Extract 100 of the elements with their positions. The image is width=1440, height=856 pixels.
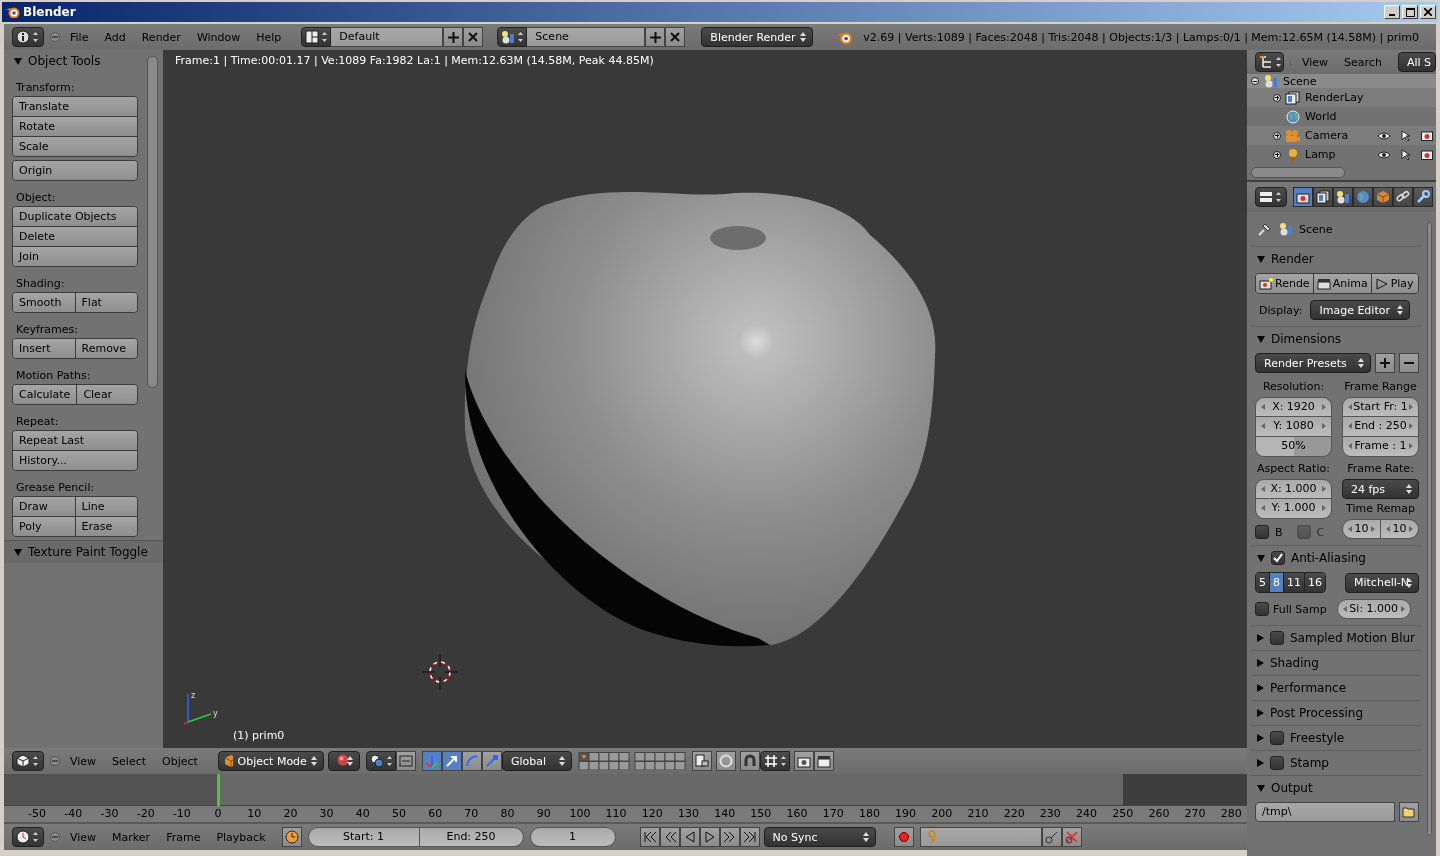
render-engine-dropdown[interactable]: Blender Render [701,27,814,47]
menu-item[interactable]: Frame [166,830,201,844]
scrollbar[interactable] [1427,222,1432,836]
menu-item[interactable]: View [1301,55,1329,69]
menu-item[interactable]: Render [141,30,181,44]
sample-count-button[interactable]: 5 [1256,573,1269,592]
start-frame-field[interactable]: Start: 1 [307,827,420,847]
tool-button[interactable]: Insert [13,339,75,358]
resolution-percentage-slider[interactable]: 50% [1255,437,1332,457]
delete-button[interactable] [463,27,484,47]
tool-button[interactable]: Clear [76,385,137,404]
tool-button[interactable]: Duplicate Objects [13,207,137,226]
aspect-y-field[interactable]: Y: 1.000 [1255,499,1332,519]
add-button[interactable] [645,27,666,47]
keying-set-field[interactable] [919,827,1042,847]
full-sample-checkbox[interactable] [1255,602,1269,616]
close-button[interactable] [1420,5,1436,19]
layers-tab[interactable] [1313,187,1333,207]
start-frame-field[interactable]: Start Fr: 1 [1342,397,1419,417]
frame-step-field[interactable]: Frame : 1 [1342,437,1419,457]
cursor-icon[interactable] [1401,148,1411,161]
manipulator-toggle[interactable] [395,751,416,771]
display-dropdown[interactable]: Image Editor [1310,300,1411,320]
expand-toggle-icon[interactable] [1251,77,1259,85]
tool-button[interactable]: Line [74,497,137,516]
panel-title[interactable]: Dimensions [1271,332,1342,346]
tool-button[interactable]: Poly [13,517,75,536]
resolution-y-field[interactable]: Y: 1080 [1255,417,1332,437]
sync-mode-dropdown[interactable]: No Sync [763,827,876,847]
time-remap-new-field[interactable]: 10 [1381,519,1419,539]
display-mode-dropdown[interactable]: All S [1397,52,1436,72]
editor-type-button[interactable] [12,751,44,771]
play-reverse-button[interactable] [679,827,700,847]
editor-type-button[interactable] [1255,187,1287,207]
tool-button[interactable]: Smooth [13,293,75,312]
render-image-button[interactable] [793,751,814,771]
expand-toggle-icon[interactable] [1273,93,1281,102]
panel-checkbox[interactable] [1270,756,1284,770]
border-checkbox[interactable] [1255,525,1269,539]
editor-type-button[interactable] [12,27,44,47]
tool-button[interactable]: Translate [13,97,137,116]
menu-item[interactable]: Object [162,754,198,768]
tool-button[interactable]: Join [13,247,137,266]
sample-count-button[interactable]: 16 [1304,573,1325,592]
panel-title[interactable]: Object Tools [28,54,101,68]
viewport-shading-dropdown[interactable] [327,751,360,771]
scene-field[interactable]: Scene [527,27,646,47]
object-tab[interactable] [1373,187,1393,207]
end-frame-field[interactable]: End: 250 [419,827,524,847]
disclosure-triangle-icon[interactable] [1257,709,1264,717]
menu-item[interactable]: Marker [112,830,151,844]
collapse-menu-icon[interactable] [50,756,60,766]
snap-toggle[interactable] [739,751,760,771]
modifiers-tab[interactable] [1413,187,1433,207]
disclosure-triangle-icon[interactable] [1257,684,1264,692]
tool-button[interactable]: Remove [74,339,137,358]
animation-button[interactable]: Anima [1312,274,1371,293]
mode-dropdown[interactable]: Object Mode [217,751,324,771]
screen-layout-button[interactable] [301,27,332,47]
disclosure-triangle-icon[interactable] [14,548,22,556]
resolution-x-field[interactable]: X: 1920 [1255,397,1332,417]
panel-title[interactable]: Stamp [1290,756,1329,770]
next-keyframe-button[interactable] [719,827,740,847]
panel-title[interactable]: Shading [1270,656,1319,670]
menu-item[interactable]: Help [256,30,282,44]
tool-button[interactable]: Erase [74,517,137,536]
collapse-menu-icon[interactable] [50,832,60,842]
panel-title[interactable]: Render [1271,252,1314,266]
jump-to-start-button[interactable] [639,827,660,847]
tool-button[interactable]: Rotate [13,117,137,136]
preview-range-button[interactable] [281,827,302,847]
end-frame-field[interactable]: End : 250 [1342,417,1419,437]
previous-keyframe-button[interactable] [659,827,680,847]
scene-tab[interactable] [1333,187,1353,207]
snap-element-button[interactable] [759,751,790,771]
tool-button[interactable]: Origin [13,161,137,180]
disclosure-triangle-icon[interactable] [1257,659,1264,667]
menu-item[interactable]: Add [104,30,126,44]
screen-layout-field[interactable]: Default [331,27,444,47]
tool-button[interactable]: Scale [13,137,137,156]
aspect-x-field[interactable]: X: 1.000 [1255,479,1332,499]
browse-folder-button[interactable] [1399,802,1419,822]
pivot-point-button[interactable] [365,751,396,771]
camera-icon[interactable] [1421,149,1433,160]
render-animation-button[interactable] [813,751,834,771]
filter-size-field[interactable]: Si: 1.000 [1336,599,1411,619]
panel-checkbox[interactable] [1270,631,1284,645]
panel-checkbox[interactable] [1270,731,1284,745]
menu-item[interactable]: View [70,830,97,844]
panel-title[interactable]: Sampled Motion Blur [1290,631,1416,645]
scrollbar[interactable] [1251,167,1345,178]
sample-count-button[interactable]: 11 [1283,573,1304,592]
world-tab[interactable] [1353,187,1373,207]
jump-to-end-button[interactable] [739,827,760,847]
panel-title[interactable]: Anti-Aliasing [1291,551,1366,565]
render-tab[interactable] [1293,187,1313,207]
eye-icon[interactable] [1377,149,1391,160]
camera-icon[interactable] [1421,130,1433,141]
current-frame-field[interactable]: 1 [529,827,616,847]
menu-item[interactable]: Select [112,754,147,768]
